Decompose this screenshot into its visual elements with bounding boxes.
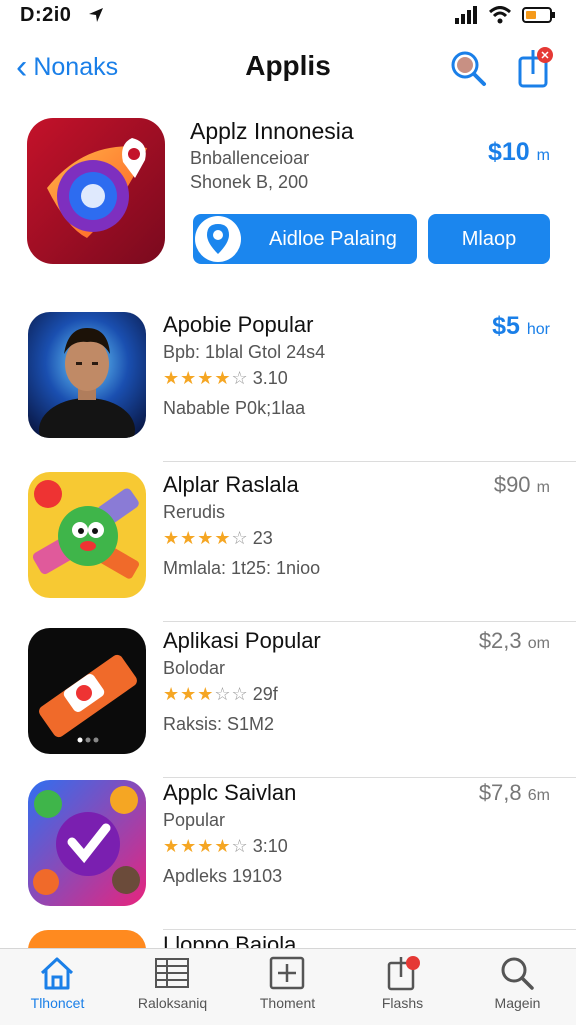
app-rating: ★★★☆☆ 29f bbox=[163, 684, 278, 705]
app-title: Alplar Raslala bbox=[163, 472, 299, 497]
divider bbox=[163, 461, 576, 462]
status-indicators bbox=[454, 6, 556, 24]
divider bbox=[163, 777, 576, 778]
secondary-action-button[interactable]: Mlaop bbox=[428, 214, 550, 264]
search-icon[interactable] bbox=[448, 48, 488, 88]
app-title: Apobie Popular bbox=[163, 312, 314, 337]
price-value: $5 bbox=[492, 312, 520, 340]
app-icon bbox=[28, 628, 146, 754]
app-price[interactable]: $7,8 6m bbox=[479, 780, 550, 806]
price-value: $90 bbox=[493, 472, 531, 497]
featured-app[interactable]: Applz Innonesia Bnballenceioar Shonek B,… bbox=[0, 112, 576, 272]
rating-value: 29f bbox=[252, 684, 278, 704]
app-icon bbox=[28, 780, 146, 906]
star-rating-icon: ★★★★☆ bbox=[163, 836, 249, 856]
app-meta: Apdleks 19103 bbox=[163, 866, 283, 886]
pin-icon bbox=[195, 216, 241, 262]
tab-home[interactable]: Tlhoncet bbox=[0, 949, 115, 1025]
tab-label: Thoment bbox=[259, 995, 316, 1011]
star-rating-icon: ★★★☆☆ bbox=[163, 684, 249, 704]
back-label: Nonaks bbox=[33, 52, 119, 81]
rating-value: 23 bbox=[252, 528, 273, 548]
divider bbox=[163, 621, 576, 622]
list-icon bbox=[153, 955, 191, 991]
price-value: $7,8 bbox=[478, 780, 522, 805]
chevron-left-icon: ‹ bbox=[16, 48, 28, 86]
partial-app-icon bbox=[28, 930, 146, 948]
app-meta: Mmlala: 1t25: 1nioo bbox=[163, 558, 321, 578]
tab-label: Tlhoncet bbox=[30, 995, 85, 1011]
wifi-icon bbox=[488, 6, 512, 24]
tab-label: Flashs bbox=[381, 995, 424, 1011]
tab-list[interactable]: Raloksaniq bbox=[115, 949, 230, 1025]
navigation-bar: ‹ Nonaks Applis bbox=[0, 38, 576, 98]
app-title: Applc Saivlan bbox=[163, 780, 297, 805]
price-value: $2,3 bbox=[478, 628, 522, 653]
partial-list-item[interactable]: Lloppo Baiola bbox=[0, 926, 576, 948]
location-arrow-icon bbox=[89, 8, 103, 22]
partial-app-title: Lloppo Baiola bbox=[163, 932, 297, 948]
app-price[interactable]: $5 hor bbox=[492, 312, 550, 341]
list-item[interactable]: Aplikasi Popular Bolodar ★★★☆☆ 29f Raksis: S… bbox=[0, 628, 576, 778]
app-subtitle: Bolodar bbox=[163, 658, 226, 678]
app-rating: ★★★★☆ 23 bbox=[163, 528, 273, 549]
tab-label: Raloksaniq bbox=[137, 995, 208, 1011]
share-icon bbox=[383, 955, 421, 991]
app-subtitle: Bpb: 1blal Gtol 24s4 bbox=[163, 342, 326, 362]
app-meta: Raksis: S1M2 bbox=[163, 714, 275, 734]
list-item[interactable]: Alplar Raslala Rerudis ★★★★☆ 23 Mmlala: 1t25… bbox=[0, 472, 576, 622]
price-value: $10 bbox=[488, 138, 530, 166]
featured-app-price[interactable]: $10 m bbox=[488, 138, 550, 167]
price-unit: om bbox=[527, 635, 550, 652]
app-title: Aplikasi Popular bbox=[163, 628, 321, 653]
tab-plus-box[interactable]: Thoment bbox=[230, 949, 345, 1025]
list-item[interactable]: Apobie Popular Bpb: 1blal Gtol 24s4 ★★★★☆ 3… bbox=[0, 312, 576, 462]
share-icon[interactable] bbox=[515, 46, 555, 88]
home-icon bbox=[38, 955, 76, 991]
status-time: D:2i0 bbox=[20, 4, 72, 26]
search-icon bbox=[498, 955, 536, 991]
app-price[interactable]: $90 m bbox=[494, 472, 550, 498]
battery-icon bbox=[522, 7, 555, 23]
price-unit: hor bbox=[526, 321, 550, 338]
featured-app-title: Applz Innonesia bbox=[190, 118, 354, 144]
app-meta: Nabable P0k;1laa bbox=[163, 398, 306, 418]
app-price[interactable]: $2,3 om bbox=[479, 628, 550, 654]
tab-label: Magein bbox=[494, 995, 541, 1011]
featured-app-icon bbox=[27, 118, 165, 264]
tab-share[interactable]: Flashs bbox=[345, 949, 460, 1025]
price-unit: m bbox=[536, 147, 550, 164]
app-subtitle: Rerudis bbox=[163, 502, 226, 522]
rating-value: 3:10 bbox=[252, 836, 288, 856]
star-rating-icon: ★★★★☆ bbox=[163, 368, 249, 388]
price-unit: 6m bbox=[527, 787, 550, 804]
price-unit: m bbox=[536, 479, 550, 496]
star-rating-icon: ★★★★☆ bbox=[163, 528, 249, 548]
app-subtitle: Popular bbox=[163, 810, 226, 830]
featured-app-subtitle: Bnballenceioar bbox=[190, 148, 310, 168]
secondary-action-label: Mlaop bbox=[461, 228, 517, 250]
plus-box-icon bbox=[268, 955, 306, 991]
app-rating: ★★★★☆ 3:10 bbox=[163, 836, 288, 857]
back-button[interactable]: ‹ Nonaks bbox=[16, 50, 118, 84]
app-icon bbox=[28, 312, 146, 438]
status-bar: D:2i0 bbox=[0, 0, 576, 34]
rating-value: 3.10 bbox=[252, 368, 288, 388]
app-rating: ★★★★☆ 3.10 bbox=[163, 368, 288, 389]
tab-bar: Tlhoncet Raloksaniq Thoment Flashs Magein bbox=[0, 948, 576, 1025]
primary-action-label: Aidloe Palaing bbox=[269, 228, 397, 250]
app-icon bbox=[28, 472, 146, 598]
tab-search[interactable]: Magein bbox=[460, 949, 575, 1025]
primary-action-button[interactable]: Aidloe Palaing bbox=[193, 214, 417, 264]
list-item[interactable]: Applc Saivlan Popular ★★★★☆ 3:10 Apdleks 191… bbox=[0, 780, 576, 930]
signal-icon bbox=[455, 6, 477, 24]
featured-app-meta: Shonek B, 200 bbox=[190, 172, 309, 192]
